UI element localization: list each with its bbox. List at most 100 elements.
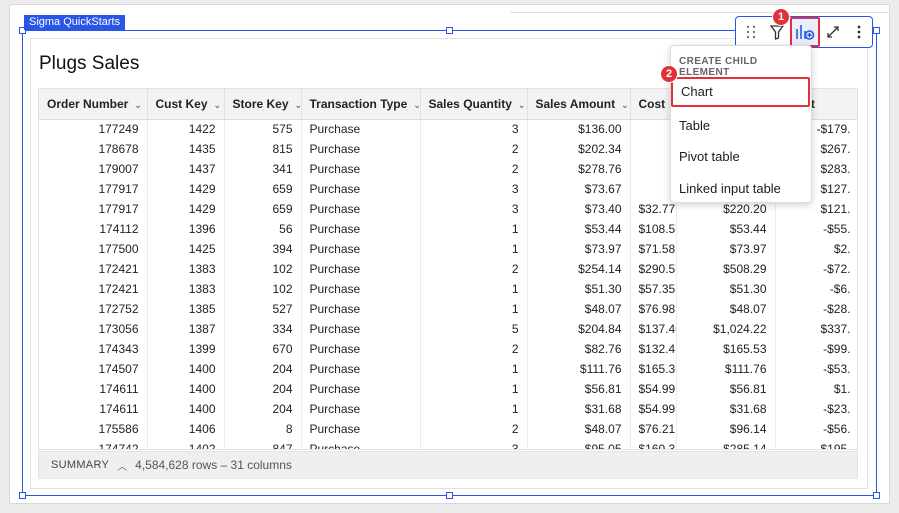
table-cell[interactable]: $202.34 xyxy=(527,139,631,159)
menu-item-linked-input-table[interactable]: Linked input table xyxy=(679,181,781,196)
table-cell[interactable]: 204 xyxy=(224,379,302,399)
table-cell[interactable]: 177249 xyxy=(39,119,148,139)
table-cell[interactable]: -$72. xyxy=(775,259,857,279)
table-cell[interactable]: -$23. xyxy=(775,399,857,419)
table-cell[interactable]: $111.76 xyxy=(527,359,631,379)
table-row[interactable]: 1747421402847Purchase3$95.05$160.35$285.… xyxy=(39,439,857,449)
table-row[interactable]: 172421 1383 102 Purchase 1 $51.30 $57.35 $51.30… xyxy=(39,279,857,299)
table-cell[interactable]: $51.30 xyxy=(676,279,776,299)
table-cell[interactable]: $290.57 xyxy=(630,259,677,279)
table-cell[interactable]: $160.35 xyxy=(630,439,677,449)
table-cell[interactable]: 1402 xyxy=(147,439,225,449)
table-cell[interactable]: $76.98 xyxy=(630,299,677,319)
column-header[interactable]: Sales Quantity ⌄ xyxy=(420,89,528,120)
table-cell[interactable]: 1425 xyxy=(147,239,225,259)
chevron-down-icon[interactable]: ⌄ xyxy=(134,100,142,110)
table-row[interactable]: 1743431399670Purchase2$82.76$132.45$165.… xyxy=(39,339,857,359)
table-cell[interactable]: $96.14 xyxy=(676,419,776,439)
table-cell[interactable]: 394 xyxy=(224,239,302,259)
table-cell[interactable]: $32.77 xyxy=(630,199,677,219)
table-cell[interactable]: 1399 xyxy=(147,339,225,359)
table-cell[interactable]: Purchase xyxy=(301,159,421,179)
table-cell[interactable]: 174611 xyxy=(39,379,148,399)
table-cell[interactable]: -$55. xyxy=(775,219,857,239)
table-cell[interactable]: $132.45 xyxy=(630,339,677,359)
table-cell[interactable]: 659 xyxy=(224,199,302,219)
chevron-down-icon[interactable]: ⌄ xyxy=(295,100,300,110)
table-row[interactable]: 1745071400204Purchase1$111.76$165.36$111… xyxy=(39,359,857,379)
table-cell[interactable]: 815 xyxy=(224,139,302,159)
table-cell[interactable]: 174611 xyxy=(39,399,148,419)
table-cell[interactable]: 2 xyxy=(420,339,528,359)
table-cell[interactable]: 174742 xyxy=(39,439,148,449)
table-cell[interactable]: $204.84 xyxy=(527,319,631,339)
table-cell[interactable]: $254.14 xyxy=(527,259,631,279)
table-cell[interactable]: Purchase xyxy=(301,219,421,239)
add-child-chart-icon[interactable] xyxy=(790,17,820,47)
chevron-down-icon[interactable]: ⌄ xyxy=(621,100,629,110)
table-cell[interactable]: 56 xyxy=(224,219,302,239)
table-cell[interactable]: 204 xyxy=(224,399,302,419)
table-cell[interactable]: 1383 xyxy=(147,259,225,279)
table-cell[interactable]: 1385 xyxy=(147,299,225,319)
table-cell[interactable]: Purchase xyxy=(301,439,421,449)
table-cell[interactable]: -$28. xyxy=(775,299,857,319)
resize-handle-bottom[interactable] xyxy=(446,492,453,499)
table-cell[interactable]: 1437 xyxy=(147,159,225,179)
resize-handle-bl[interactable] xyxy=(19,492,26,499)
table-cell[interactable]: 1400 xyxy=(147,379,225,399)
table-cell[interactable]: $31.68 xyxy=(676,399,776,419)
column-header[interactable]: Cust Key ⌄ xyxy=(147,89,225,120)
table-cell[interactable]: 341 xyxy=(224,159,302,179)
table-cell[interactable]: $73.40 xyxy=(527,199,631,219)
table-cell[interactable]: $73.97 xyxy=(676,239,776,259)
element-title[interactable]: Plugs Sales xyxy=(39,53,139,75)
table-cell[interactable]: 5 xyxy=(420,319,528,339)
table-cell[interactable]: 1 xyxy=(420,279,528,299)
table-cell[interactable]: $337. xyxy=(775,319,857,339)
summary-bar[interactable]: SUMMARY ︿ 4,584,628 rows – 31 columns xyxy=(38,451,858,479)
table-cell[interactable]: 1400 xyxy=(147,359,225,379)
table-cell[interactable]: 3 xyxy=(420,199,528,219)
table-cell[interactable]: $56.81 xyxy=(527,379,631,399)
table-cell[interactable]: 173056 xyxy=(39,319,148,339)
table-cell[interactable]: 1383 xyxy=(147,279,225,299)
table-cell[interactable]: -$56. xyxy=(775,419,857,439)
table-cell[interactable]: 334 xyxy=(224,319,302,339)
table-cell[interactable]: 174343 xyxy=(39,339,148,359)
table-cell[interactable]: 177917 xyxy=(39,199,148,219)
table-cell[interactable]: 2 xyxy=(420,159,528,179)
table-cell[interactable]: Purchase xyxy=(301,299,421,319)
table-cell[interactable]: $53.44 xyxy=(527,219,631,239)
menu-item-chart[interactable]: Chart xyxy=(671,77,810,107)
table-cell[interactable]: 177500 xyxy=(39,239,148,259)
expand-icon[interactable] xyxy=(820,19,846,45)
table-cell[interactable]: $48.07 xyxy=(527,299,631,319)
table-cell[interactable]: $82.76 xyxy=(527,339,631,359)
table-cell[interactable]: 2 xyxy=(420,259,528,279)
table-cell[interactable]: Purchase xyxy=(301,179,421,199)
table-cell[interactable]: $165.53 xyxy=(676,339,776,359)
table-cell[interactable]: -$99. xyxy=(775,339,857,359)
table-cell[interactable]: 1 xyxy=(420,219,528,239)
table-cell[interactable]: $51.30 xyxy=(527,279,631,299)
menu-item-table[interactable]: Table xyxy=(679,118,710,133)
table-cell[interactable]: 172421 xyxy=(39,279,148,299)
table-cell[interactable]: 172421 xyxy=(39,259,148,279)
table-cell[interactable]: $48.07 xyxy=(527,419,631,439)
table-cell[interactable]: $54.99 xyxy=(630,379,677,399)
table-row[interactable]: 175586 1406 8 Purchase 2 $48.07 $76.21 $96.14 -$… xyxy=(39,419,857,439)
table-cell[interactable]: Purchase xyxy=(301,139,421,159)
table-cell[interactable]: $95.05 xyxy=(527,439,631,449)
table-cell[interactable]: 3 xyxy=(420,119,528,139)
table-cell[interactable]: $108.57 xyxy=(630,219,677,239)
table-cell[interactable]: Purchase xyxy=(301,399,421,419)
table-cell[interactable]: Purchase xyxy=(301,119,421,139)
table-cell[interactable]: 1435 xyxy=(147,139,225,159)
drag-handle-icon[interactable] xyxy=(738,19,764,45)
table-cell[interactable]: $2. xyxy=(775,239,857,259)
table-cell[interactable]: $73.97 xyxy=(527,239,631,259)
table-row[interactable]: 1724211383102Purchase2$254.14$290.57$508… xyxy=(39,259,857,279)
table-cell[interactable]: 204 xyxy=(224,359,302,379)
table-cell[interactable]: $71.58 xyxy=(630,239,677,259)
